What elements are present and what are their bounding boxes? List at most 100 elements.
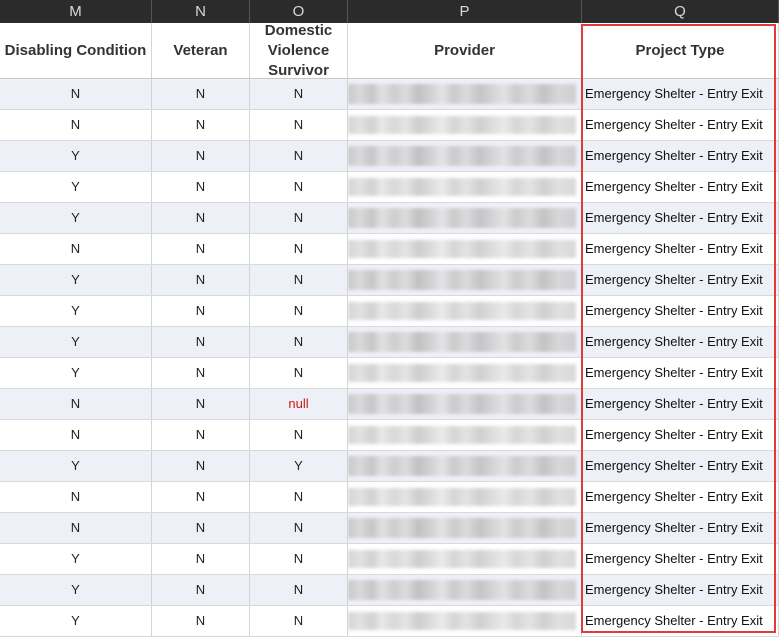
cell-project-type[interactable]: Emergency Shelter - Entry Exit [582,110,779,140]
cell-domestic-violence-survivor[interactable]: N [250,110,348,140]
cell-domestic-violence-survivor[interactable]: N [250,141,348,171]
cell-domestic-violence-survivor[interactable]: N [250,575,348,605]
cell-veteran[interactable]: N [152,327,250,357]
cell-provider-redacted[interactable] [348,296,582,326]
cell-disabling-condition[interactable]: Y [0,203,152,233]
cell-domestic-violence-survivor[interactable]: N [250,296,348,326]
cell-disabling-condition[interactable]: Y [0,544,152,574]
cell-provider-redacted[interactable] [348,513,582,543]
table-row: Y N N Emergency Shelter - Entry Exit [0,606,779,637]
cell-disabling-condition[interactable]: Y [0,606,152,636]
cell-disabling-condition[interactable]: Y [0,296,152,326]
cell-veteran[interactable]: N [152,110,250,140]
cell-project-type[interactable]: Emergency Shelter - Entry Exit [582,482,779,512]
column-letter-m[interactable]: M [0,0,152,23]
cell-project-type[interactable]: Emergency Shelter - Entry Exit [582,172,779,202]
cell-veteran[interactable]: N [152,606,250,636]
cell-domestic-violence-survivor[interactable]: N [250,482,348,512]
cell-project-type[interactable]: Emergency Shelter - Entry Exit [582,327,779,357]
cell-domestic-violence-survivor[interactable]: N [250,79,348,109]
cell-provider-redacted[interactable] [348,606,582,636]
header-domestic-violence-survivor[interactable]: Domestic Violence Survivor [250,22,348,79]
cell-project-type[interactable]: Emergency Shelter - Entry Exit [582,451,779,481]
cell-veteran[interactable]: N [152,575,250,605]
cell-disabling-condition[interactable]: Y [0,141,152,171]
cell-provider-redacted[interactable] [348,234,582,264]
cell-provider-redacted[interactable] [348,358,582,388]
cell-disabling-condition[interactable]: N [0,420,152,450]
cell-project-type[interactable]: Emergency Shelter - Entry Exit [582,265,779,295]
cell-domestic-violence-survivor[interactable]: N [250,544,348,574]
column-letter-p[interactable]: P [348,0,582,23]
cell-project-type[interactable]: Emergency Shelter - Entry Exit [582,296,779,326]
cell-veteran[interactable]: N [152,141,250,171]
cell-project-type[interactable]: Emergency Shelter - Entry Exit [582,141,779,171]
cell-disabling-condition[interactable]: N [0,110,152,140]
cell-disabling-condition[interactable]: Y [0,172,152,202]
cell-domestic-violence-survivor[interactable]: N [250,420,348,450]
cell-project-type[interactable]: Emergency Shelter - Entry Exit [582,544,779,574]
cell-disabling-condition[interactable]: Y [0,265,152,295]
column-letter-q[interactable]: Q [582,0,779,23]
cell-project-type[interactable]: Emergency Shelter - Entry Exit [582,203,779,233]
cell-domestic-violence-survivor[interactable]: N [250,513,348,543]
cell-project-type[interactable]: Emergency Shelter - Entry Exit [582,389,779,419]
cell-veteran[interactable]: N [152,420,250,450]
header-provider[interactable]: Provider [348,23,582,78]
cell-project-type[interactable]: Emergency Shelter - Entry Exit [582,79,779,109]
cell-domestic-violence-survivor[interactable]: N [250,606,348,636]
cell-veteran[interactable]: N [152,79,250,109]
cell-project-type[interactable]: Emergency Shelter - Entry Exit [582,513,779,543]
cell-domestic-violence-survivor[interactable]: N [250,327,348,357]
cell-veteran[interactable]: N [152,358,250,388]
cell-disabling-condition[interactable]: N [0,482,152,512]
cell-domestic-violence-survivor[interactable]: N [250,234,348,264]
cell-veteran[interactable]: N [152,389,250,419]
cell-domestic-violence-survivor[interactable]: N [250,358,348,388]
cell-provider-redacted[interactable] [348,327,582,357]
cell-provider-redacted[interactable] [348,172,582,202]
cell-provider-redacted[interactable] [348,575,582,605]
cell-disabling-condition[interactable]: N [0,513,152,543]
cell-disabling-condition[interactable]: Y [0,575,152,605]
cell-provider-redacted[interactable] [348,265,582,295]
cell-veteran[interactable]: N [152,265,250,295]
cell-domestic-violence-survivor[interactable]: Y [250,451,348,481]
cell-provider-redacted[interactable] [348,451,582,481]
cell-disabling-condition[interactable]: Y [0,327,152,357]
cell-veteran[interactable]: N [152,234,250,264]
cell-veteran[interactable]: N [152,544,250,574]
cell-provider-redacted[interactable] [348,482,582,512]
cell-veteran[interactable]: N [152,451,250,481]
header-disabling-condition[interactable]: Disabling Condition [0,23,152,78]
cell-veteran[interactable]: N [152,172,250,202]
cell-veteran[interactable]: N [152,482,250,512]
cell-provider-redacted[interactable] [348,544,582,574]
cell-project-type[interactable]: Emergency Shelter - Entry Exit [582,358,779,388]
header-project-type[interactable]: Project Type [582,23,779,78]
cell-disabling-condition[interactable]: N [0,234,152,264]
cell-project-type[interactable]: Emergency Shelter - Entry Exit [582,420,779,450]
cell-domestic-violence-survivor[interactable]: N [250,172,348,202]
cell-provider-redacted[interactable] [348,203,582,233]
cell-project-type[interactable]: Emergency Shelter - Entry Exit [582,606,779,636]
cell-provider-redacted[interactable] [348,420,582,450]
column-letter-n[interactable]: N [152,0,250,23]
cell-provider-redacted[interactable] [348,79,582,109]
cell-project-type[interactable]: Emergency Shelter - Entry Exit [582,234,779,264]
cell-veteran[interactable]: N [152,296,250,326]
cell-disabling-condition[interactable]: Y [0,451,152,481]
cell-disabling-condition[interactable]: Y [0,358,152,388]
header-veteran[interactable]: Veteran [152,23,250,78]
cell-project-type[interactable]: Emergency Shelter - Entry Exit [582,575,779,605]
cell-veteran[interactable]: N [152,203,250,233]
cell-disabling-condition[interactable]: N [0,79,152,109]
cell-domestic-violence-survivor[interactable]: N [250,265,348,295]
cell-provider-redacted[interactable] [348,389,582,419]
cell-veteran[interactable]: N [152,513,250,543]
cell-disabling-condition[interactable]: N [0,389,152,419]
cell-provider-redacted[interactable] [348,110,582,140]
cell-provider-redacted[interactable] [348,141,582,171]
cell-domestic-violence-survivor[interactable]: null [250,389,348,419]
cell-domestic-violence-survivor[interactable]: N [250,203,348,233]
